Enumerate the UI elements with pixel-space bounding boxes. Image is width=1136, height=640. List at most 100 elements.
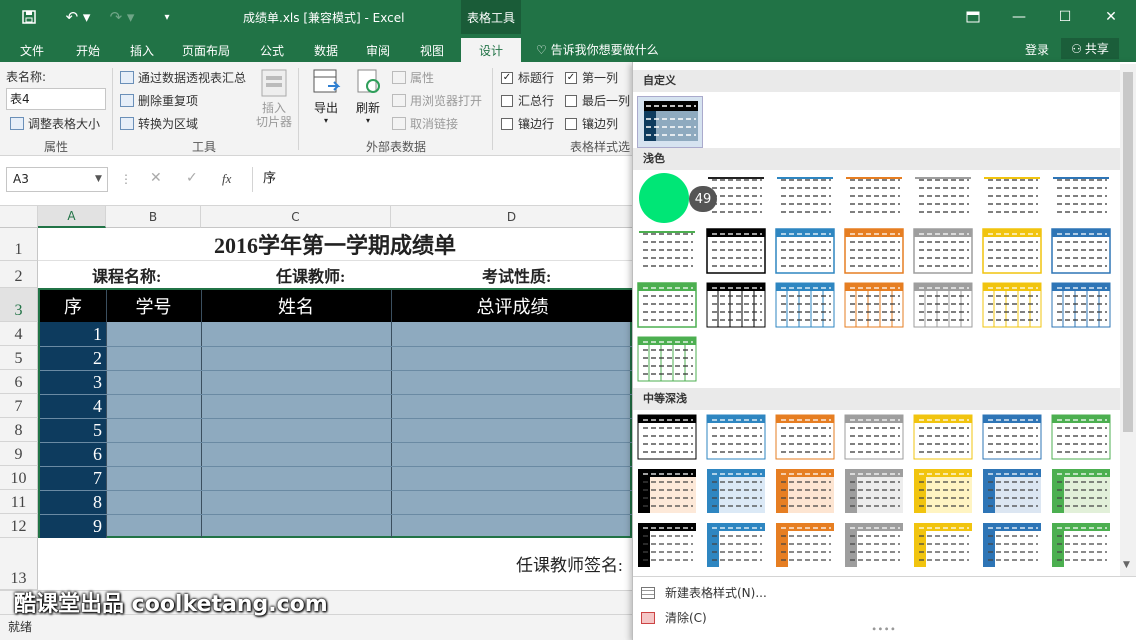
row-header[interactable]: 12	[0, 514, 38, 538]
table-style-swatch[interactable]	[775, 468, 835, 514]
table-style-swatch[interactable]	[844, 282, 904, 328]
table-style-swatch[interactable]	[913, 174, 973, 220]
sequence-cell[interactable]: 6	[40, 444, 102, 465]
sequence-cell[interactable]: 7	[40, 468, 102, 489]
gallery-scrollbar[interactable]: ▼	[1120, 64, 1136, 576]
table-style-swatch[interactable]	[1051, 468, 1111, 514]
table-style-swatch[interactable]	[637, 522, 697, 568]
insert-function-icon[interactable]: fx	[222, 171, 231, 187]
total-row-checkbox[interactable]: 汇总行	[501, 92, 554, 109]
table-style-swatch[interactable]	[913, 282, 973, 328]
table-style-swatch[interactable]	[982, 468, 1042, 514]
course-name-label[interactable]: 课程名称:	[92, 263, 161, 287]
table-style-swatch[interactable]	[706, 468, 766, 514]
cancel-icon[interactable]: ✕	[150, 170, 162, 186]
remove-duplicates-button[interactable]: 删除重复项	[120, 92, 198, 109]
insert-slicer-button[interactable]: 插入 切片器	[256, 68, 292, 138]
sequence-cell[interactable]: 8	[40, 492, 102, 513]
sheet-title[interactable]: 2016学年第一学期成绩单	[38, 228, 632, 261]
row-header[interactable]: 8	[0, 418, 38, 442]
tab-formulas[interactable]: 公式	[248, 38, 296, 62]
scroll-down-icon[interactable]: ▼	[1123, 560, 1130, 570]
table-style-swatch[interactable]	[637, 414, 697, 460]
row-header[interactable]: 1	[0, 228, 38, 261]
teacher-label[interactable]: 任课教师:	[276, 263, 345, 287]
column-header-c[interactable]: C	[201, 206, 391, 228]
last-column-checkbox[interactable]: 最后一列	[565, 92, 630, 109]
column-header-d[interactable]: D	[391, 206, 632, 228]
tab-review[interactable]: 审阅	[354, 38, 402, 62]
table-style-swatch[interactable]	[982, 414, 1042, 460]
table-style-swatch[interactable]	[913, 414, 973, 460]
sequence-cell[interactable]: 3	[40, 372, 102, 393]
row-header[interactable]: 13	[0, 538, 38, 590]
table-style-swatch[interactable]	[775, 282, 835, 328]
row-header[interactable]: 11	[0, 490, 38, 514]
exam-type-label[interactable]: 考试性质:	[482, 263, 551, 287]
table-style-swatch[interactable]	[775, 228, 835, 274]
open-browser-button[interactable]: 用浏览器打开	[392, 92, 482, 109]
table-header-cell[interactable]: 总评成绩	[391, 293, 632, 319]
table-style-swatch[interactable]	[844, 414, 904, 460]
ribbon-display-icon[interactable]	[950, 0, 996, 34]
close-icon[interactable]: ✕	[1088, 0, 1134, 34]
namebox-dropdown-icon[interactable]: ▼	[95, 174, 102, 184]
export-button[interactable]: 导出 ▾	[306, 68, 346, 134]
pivot-summary-button[interactable]: 通过数据透视表汇总	[120, 69, 246, 86]
table-style-swatch[interactable]	[706, 522, 766, 568]
table-header-cell[interactable]: 姓名	[201, 293, 391, 319]
table-style-swatch[interactable]	[706, 414, 766, 460]
row-header[interactable]: 6	[0, 370, 38, 394]
table-style-swatch[interactable]	[1051, 282, 1111, 328]
properties-button[interactable]: 属性	[392, 69, 434, 86]
tell-me-box[interactable]: ♡ 告诉我你想要做什么	[536, 41, 659, 58]
redo-icon[interactable]: ↷ ▾	[104, 6, 140, 28]
table-style-swatch[interactable]	[1051, 522, 1111, 568]
table-style-swatch[interactable]	[982, 228, 1042, 274]
table-style-swatch[interactable]	[637, 282, 697, 328]
row-header[interactable]: 2	[0, 261, 38, 288]
save-icon[interactable]	[16, 6, 42, 28]
column-header-b[interactable]: B	[106, 206, 201, 228]
name-box[interactable]: A3	[6, 167, 108, 192]
tab-view[interactable]: 视图	[408, 38, 456, 62]
styled-table[interactable]: 序 学号 姓名 总评成绩 1 2 3 4 5 6 7 8 9	[38, 288, 632, 538]
table-style-swatch[interactable]	[913, 228, 973, 274]
table-style-swatch[interactable]	[637, 336, 697, 382]
table-style-swatch[interactable]	[775, 414, 835, 460]
table-style-swatch[interactable]	[1051, 414, 1111, 460]
teacher-signature-label[interactable]: 任课教师签名:	[516, 551, 623, 576]
tab-data[interactable]: 数据	[302, 38, 350, 62]
banded-rows-checkbox[interactable]: 镶边行	[501, 115, 554, 132]
table-style-swatch[interactable]	[913, 522, 973, 568]
sequence-cell[interactable]: 1	[40, 324, 102, 345]
table-style-swatch[interactable]	[982, 174, 1042, 220]
table-style-swatch[interactable]	[706, 228, 766, 274]
table-style-swatch[interactable]	[844, 468, 904, 514]
first-column-checkbox[interactable]: ✓ 第一列	[565, 69, 618, 86]
row-header[interactable]: 9	[0, 442, 38, 466]
table-style-gallery[interactable]: 自定义 浅色 中等深浅 ▼ 新建表格样式(N)... 清除(C) ∙∙∙∙	[632, 62, 1136, 640]
sequence-cell[interactable]: 9	[40, 516, 102, 537]
tab-home[interactable]: 开始	[64, 38, 112, 62]
table-style-swatch-custom[interactable]	[637, 96, 703, 148]
table-style-swatch[interactable]	[706, 282, 766, 328]
table-style-swatch[interactable]	[844, 228, 904, 274]
sequence-cell[interactable]: 5	[40, 420, 102, 441]
login-link[interactable]: 登录	[1025, 41, 1049, 58]
table-style-swatch[interactable]	[982, 522, 1042, 568]
undo-icon[interactable]: ↶ ▾	[60, 6, 96, 28]
formula-input[interactable]: 序	[252, 167, 632, 192]
table-style-swatch[interactable]	[982, 282, 1042, 328]
table-header-cell[interactable]: 学号	[106, 293, 201, 319]
header-row-checkbox[interactable]: ✓ 标题行	[501, 69, 554, 86]
resize-grip-icon[interactable]: ∙∙∙∙	[871, 624, 896, 635]
unlink-button[interactable]: 取消链接	[392, 115, 458, 132]
row-header[interactable]: 7	[0, 394, 38, 418]
row-header[interactable]: 3	[0, 288, 38, 322]
clear-style-item[interactable]: 清除(C)	[641, 609, 707, 626]
table-style-swatch[interactable]	[1051, 174, 1111, 220]
convert-to-range-button[interactable]: 转换为区域	[120, 115, 198, 132]
row-header[interactable]: 10	[0, 466, 38, 490]
share-button[interactable]: ⚇ 共享	[1061, 38, 1119, 59]
